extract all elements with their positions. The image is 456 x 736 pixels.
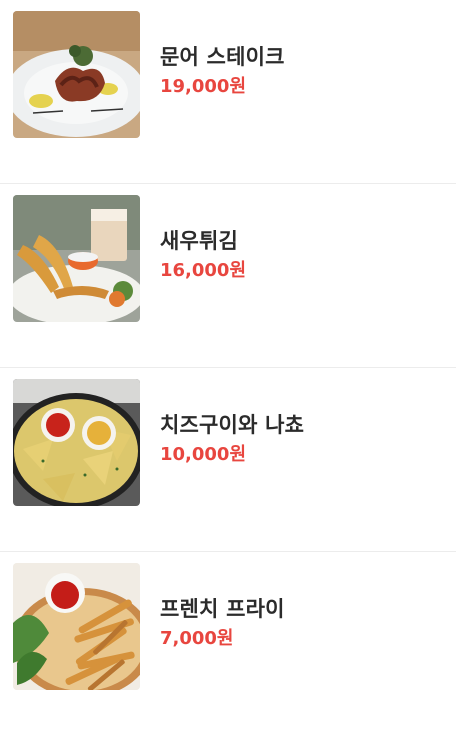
menu-item-name: 치즈구이와 나쵸 [160, 413, 305, 437]
menu-item-french-fries[interactable]: 프렌치 프라이 7,000원 [0, 552, 456, 736]
menu-item-info: 치즈구이와 나쵸 10,000원 [160, 410, 304, 468]
menu-item-info: 프렌치 프라이 7,000원 [160, 594, 285, 652]
menu-item-price: 19,000원 [160, 76, 247, 97]
french-fries-photo[interactable] [13, 563, 140, 690]
menu-item-price: 7,000원 [160, 628, 234, 649]
fried-shrimp-photo[interactable] [13, 195, 140, 322]
menu-item-name: 문어 스테이크 [160, 45, 285, 69]
menu-item-octopus-steak[interactable]: 문어 스테이크 19,000원 [0, 0, 456, 184]
menu-item-price: 16,000원 [160, 260, 247, 281]
cheese-nachos-photo[interactable] [13, 379, 140, 506]
menu-item-info: 문어 스테이크 19,000원 [160, 42, 285, 100]
octopus-steak-photo[interactable] [13, 11, 140, 138]
menu-list: 문어 스테이크 19,000원 새우튀김 16,000원 치즈구이와 나쵸 10… [0, 0, 456, 736]
menu-item-cheese-nachos[interactable]: 치즈구이와 나쵸 10,000원 [0, 368, 456, 552]
menu-item-fried-shrimp[interactable]: 새우튀김 16,000원 [0, 184, 456, 368]
menu-item-info: 새우튀김 16,000원 [160, 226, 246, 284]
menu-item-name: 새우튀김 [160, 229, 239, 253]
menu-item-price: 10,000원 [160, 444, 247, 465]
menu-item-name: 프렌치 프라이 [160, 597, 285, 621]
